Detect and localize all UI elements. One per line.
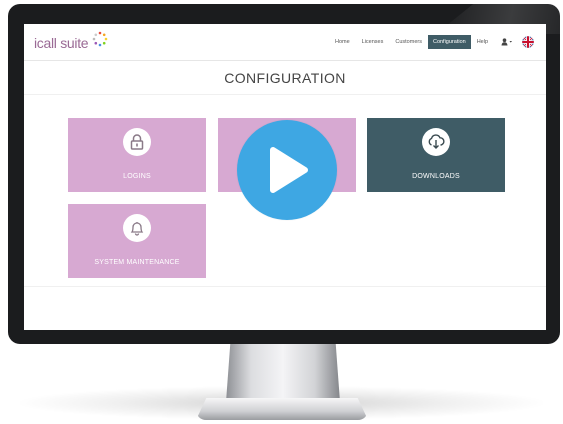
tile-system-maintenance[interactable]: SYSTEM MAINTENANCE [68,204,206,278]
nav-menu: Home Licenses Customers Configuration He… [329,35,534,49]
cloud-download-icon-circle [422,128,450,156]
nav-customers[interactable]: Customers [389,35,428,49]
monitor-screen: icall suite Home Licenses Customers Conf… [24,24,546,330]
top-navbar: icall suite Home Licenses Customers Conf… [24,24,546,61]
page-title: CONFIGURATION [224,70,346,86]
logo-dots-icon [92,31,108,47]
bell-icon [130,222,144,236]
tile-logins[interactable]: LOGINS [68,118,206,192]
tile-system-maintenance-label: SYSTEM MAINTENANCE [94,259,180,266]
logo-text: icall suite [34,35,89,51]
play-icon [270,147,308,193]
user-menu-button[interactable] [498,35,516,49]
lock-icon [130,134,144,150]
lock-icon-circle [123,128,151,156]
nav-configuration[interactable]: Configuration [427,35,471,49]
video-play-button[interactable] [237,120,337,220]
tile-downloads[interactable]: DOWNLOADS [367,118,505,192]
app-logo[interactable]: icall suite [34,31,108,52]
cloud-download-icon [428,134,445,149]
monitor-stand-neck [226,340,340,402]
uk-flag-icon[interactable] [522,36,534,48]
title-divider [24,94,546,95]
nav-home[interactable]: Home [329,35,356,49]
tile-logins-label: LOGINS [123,173,151,180]
bottom-divider [24,286,546,287]
bell-icon-circle [123,214,151,242]
monitor-stand-base [196,398,368,420]
tile-downloads-label: DOWNLOADS [412,173,460,180]
nav-licenses[interactable]: Licenses [356,35,390,49]
user-icon [501,38,512,46]
nav-help[interactable]: Help [471,35,494,49]
